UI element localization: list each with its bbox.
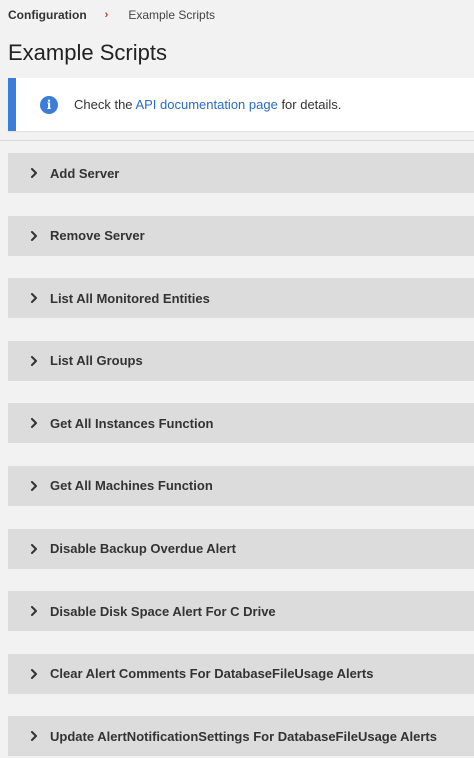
accordion-item-label: Disable Backup Overdue Alert (50, 541, 236, 557)
accordion-item[interactable]: Update AlertNotificationSettings For Dat… (8, 716, 474, 757)
info-text-suffix: for details. (277, 97, 342, 112)
info-icon: i (40, 95, 58, 114)
accordion-item-label: List All Monitored Entities (50, 290, 210, 306)
accordion-item[interactable]: List All Groups (8, 340, 474, 381)
accordion-item[interactable]: Disable Backup Overdue Alert (8, 528, 474, 569)
breadcrumb-separator-icon: › (104, 9, 109, 21)
chevron-right-icon (28, 543, 40, 555)
accordion-item[interactable]: Get All Instances Function (8, 403, 474, 444)
chevron-right-icon (28, 668, 40, 680)
chevron-right-icon (28, 480, 40, 492)
api-documentation-link[interactable]: API documentation page (135, 97, 277, 112)
chevron-right-icon (28, 730, 40, 742)
chevron-right-icon (28, 355, 40, 367)
breadcrumb: Configuration › Example Scripts (0, 0, 474, 26)
accordion-item-label: Remove Server (50, 228, 145, 244)
accordion-item[interactable]: Clear Alert Comments For DatabaseFileUsa… (8, 653, 474, 694)
accordion-item[interactable]: List All Monitored Entities (8, 278, 474, 319)
accordion-item-label: Update AlertNotificationSettings For Dat… (50, 728, 437, 744)
chevron-right-icon (28, 230, 40, 242)
accordion-item[interactable]: Disable Disk Space Alert For C Drive (8, 591, 474, 632)
accordion-item[interactable]: Get All Machines Function (8, 465, 474, 506)
accordion-item-label: Disable Disk Space Alert For C Drive (50, 603, 276, 619)
accordion-item[interactable]: Add Server (8, 153, 474, 193)
accordion-item-label: Add Server (50, 165, 120, 181)
info-text: Check the API documentation page for det… (74, 97, 341, 112)
chevron-right-icon (28, 167, 40, 179)
divider (0, 140, 474, 141)
accordion-item-label: List All Groups (50, 353, 143, 369)
scripts-accordion: Add Server Remove Server List All Monitore… (8, 153, 474, 758)
info-text-prefix: Check the (74, 97, 136, 112)
breadcrumb-current: Example Scripts (128, 8, 216, 22)
accordion-item-label: Get All Machines Function (50, 478, 213, 494)
page-title: Example Scripts (8, 40, 167, 65)
chevron-right-icon (28, 605, 40, 617)
accordion-item[interactable]: Remove Server (8, 215, 474, 256)
accordion-item-label: Get All Instances Function (50, 415, 214, 431)
example-scripts-page: Configuration › Example Scripts Example … (0, 0, 474, 758)
breadcrumb-configuration[interactable]: Configuration (8, 8, 87, 22)
chevron-right-icon (28, 292, 40, 304)
accordion-item-label: Clear Alert Comments For DatabaseFileUsa… (50, 666, 374, 682)
info-notice: i Check the API documentation page for d… (8, 78, 474, 131)
chevron-right-icon (28, 417, 40, 429)
